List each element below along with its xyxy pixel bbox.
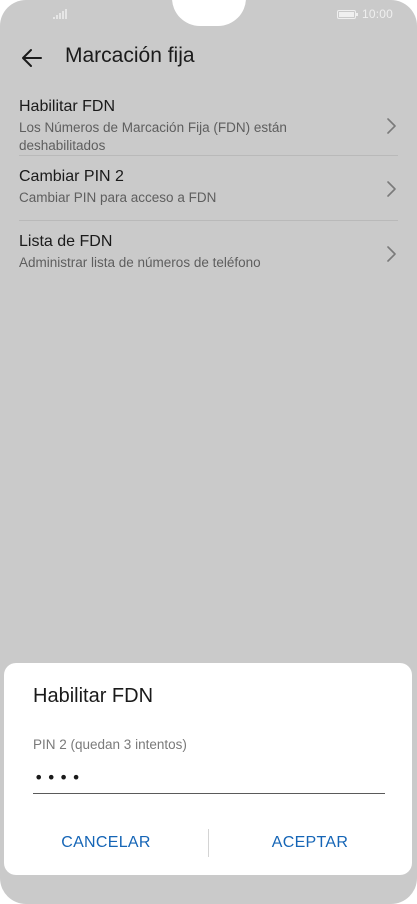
settings-list: Habilitar FDN Los Números de Marcación F… — [0, 86, 417, 286]
list-item-enable-fdn[interactable]: Habilitar FDN Los Números de Marcación F… — [19, 86, 398, 156]
battery-icon — [337, 10, 358, 19]
enable-fdn-dialog: Habilitar FDN PIN 2 (quedan 3 intentos) … — [4, 663, 412, 875]
status-bar: 10:00 — [0, 0, 417, 30]
list-item-fdn-list[interactable]: Lista de FDN Administrar lista de número… — [19, 221, 398, 286]
chevron-right-icon — [387, 246, 396, 262]
phone-screen: 10:00 Marcación fija Habilitar FDN Los N… — [0, 0, 417, 904]
chevron-right-icon — [387, 181, 396, 197]
back-button[interactable] — [12, 40, 52, 76]
camera-notch — [172, 0, 246, 26]
pin-field-label: PIN 2 (quedan 3 intentos) — [33, 737, 187, 752]
list-item-subtitle: Los Números de Marcación Fija (FDN) está… — [19, 120, 287, 153]
app-bar: Marcación fija — [0, 30, 417, 86]
signal-icon — [53, 9, 67, 19]
cancel-button[interactable]: CANCELAR — [4, 823, 208, 863]
dialog-title: Habilitar FDN — [33, 685, 154, 707]
accept-button[interactable]: ACEPTAR — [208, 823, 412, 863]
chevron-right-icon — [387, 118, 396, 134]
list-item-change-pin2[interactable]: Cambiar PIN 2 Cambiar PIN para acceso a … — [19, 156, 398, 221]
page-title: Marcación fija — [65, 44, 195, 67]
pin2-input[interactable] — [33, 761, 385, 794]
list-item-title: Cambiar PIN 2 — [19, 168, 124, 185]
list-item-subtitle: Administrar lista de números de teléfono — [19, 255, 261, 270]
status-time: 10:00 — [362, 7, 394, 21]
arrow-left-icon — [22, 49, 42, 67]
list-item-title: Lista de FDN — [19, 233, 113, 250]
list-item-subtitle: Cambiar PIN para acceso a FDN — [19, 190, 217, 205]
list-item-title: Habilitar FDN — [19, 98, 116, 115]
